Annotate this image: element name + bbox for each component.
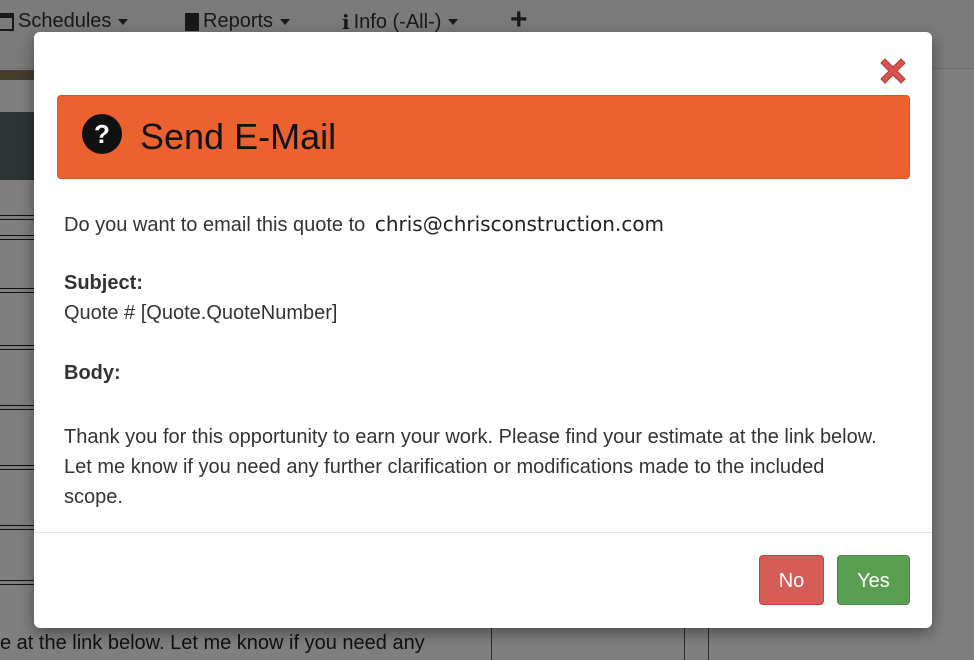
recipient-email: chris@chrisconstruction.com	[374, 212, 665, 236]
subject-label: Subject:	[64, 272, 143, 294]
question-icon: ?	[82, 114, 122, 154]
yes-button[interactable]: Yes	[837, 555, 910, 605]
dialog-title: Send E-Mail	[140, 116, 337, 157]
footer-divider	[34, 532, 932, 533]
body-label: Body:	[64, 362, 121, 384]
email-prompt: Do you want to email this quote to chris…	[64, 212, 664, 237]
send-email-dialog: ? Send E-Mail Do you want to email this …	[34, 32, 932, 628]
body-value: Thank you for this opportunity to earn y…	[64, 426, 877, 508]
dialog-header: ? Send E-Mail	[57, 95, 910, 179]
email-prompt-text: Do you want to email this quote to	[64, 214, 366, 236]
close-icon[interactable]	[876, 54, 910, 88]
no-button[interactable]: No	[759, 555, 824, 605]
subject-value: Quote # [Quote.QuoteNumber]	[64, 302, 338, 324]
